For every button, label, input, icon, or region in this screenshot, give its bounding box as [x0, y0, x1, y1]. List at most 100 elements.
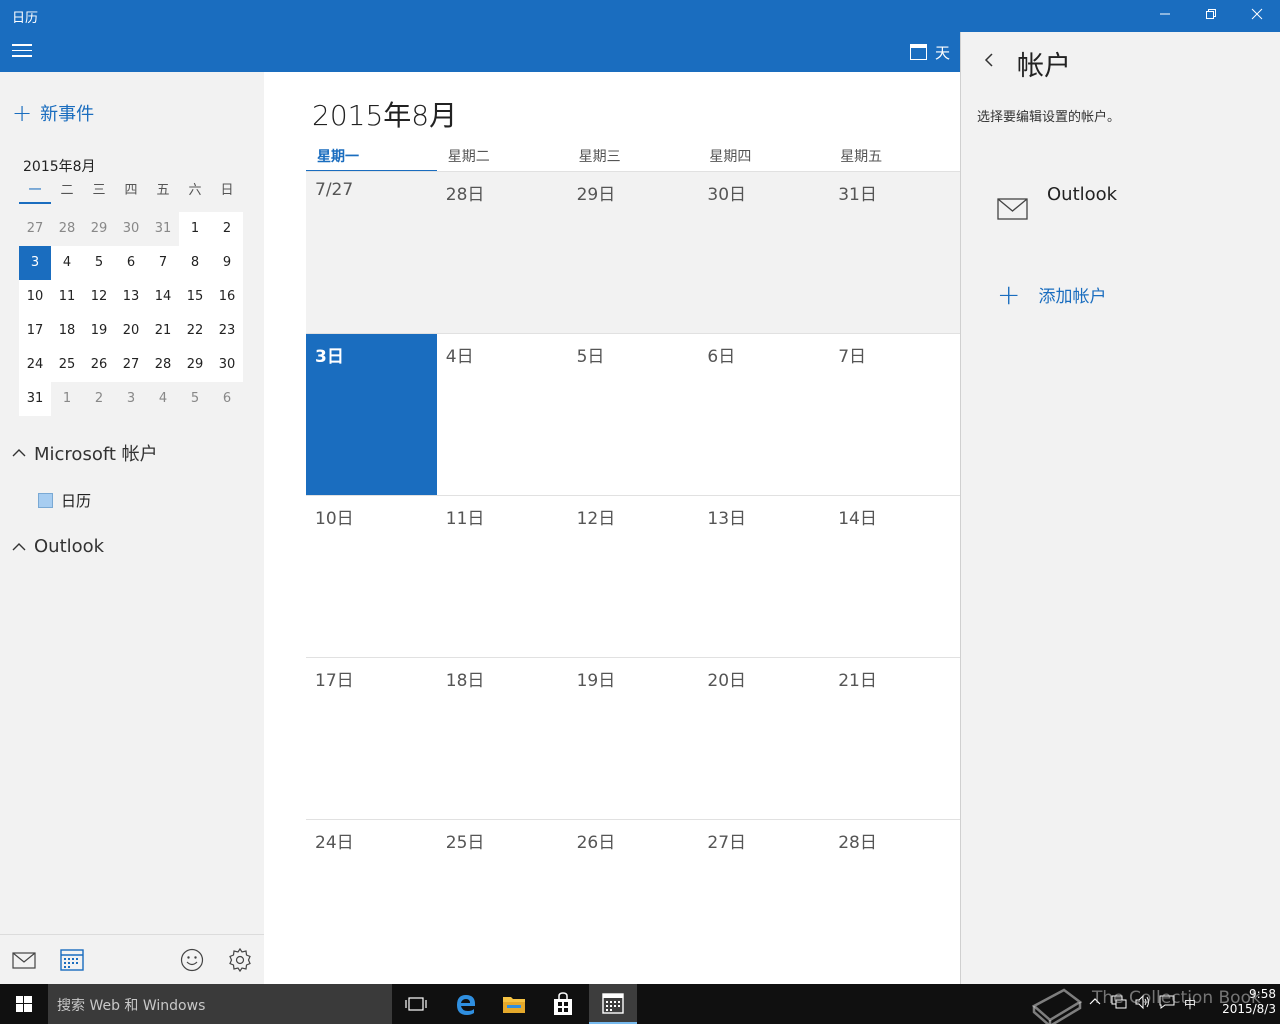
mini-day[interactable]: 10	[19, 280, 51, 314]
store-button[interactable]	[539, 984, 587, 1024]
day-cell[interactable]: 28日	[436, 172, 568, 333]
new-event-button[interactable]: + 新事件	[12, 100, 94, 126]
taskbar-search-input[interactable]: 搜索 Web 和 Windows	[48, 984, 392, 1024]
day-cell[interactable]: 24日	[306, 820, 437, 981]
mini-day[interactable]: 1	[179, 212, 211, 246]
add-account-button[interactable]: + 添加帐户	[997, 280, 1106, 308]
mini-day[interactable]: 1	[51, 382, 83, 416]
mini-day[interactable]: 7	[147, 246, 179, 280]
day-cell[interactable]: 13日	[698, 496, 829, 657]
weekday-thursday[interactable]: 星期四	[698, 146, 829, 172]
mini-day[interactable]: 28	[147, 348, 179, 382]
volume-button[interactable]	[1134, 994, 1152, 1013]
mini-day[interactable]: 16	[211, 280, 243, 314]
weekday-monday[interactable]: 星期一	[306, 146, 437, 172]
mini-day[interactable]: 15	[179, 280, 211, 314]
back-button[interactable]	[983, 50, 995, 74]
day-cell[interactable]: 11日	[437, 496, 568, 657]
day-cell[interactable]: 27日	[698, 820, 829, 981]
mini-day[interactable]: 5	[179, 382, 211, 416]
mini-day[interactable]: 2	[83, 382, 115, 416]
day-cell[interactable]: 19日	[568, 658, 699, 819]
calendar-entry[interactable]: 日历	[38, 490, 91, 511]
input-method-indicator[interactable]: 中	[1184, 995, 1196, 1012]
day-cell[interactable]: 29日	[567, 172, 699, 333]
task-view-button[interactable]	[392, 984, 440, 1024]
settings-button[interactable]	[227, 947, 253, 973]
day-cell[interactable]: 26日	[568, 820, 699, 981]
mini-day[interactable]: 28	[51, 212, 83, 246]
day-cell[interactable]: 5日	[568, 334, 699, 495]
mini-day[interactable]: 22	[179, 314, 211, 348]
day-cell[interactable]: 30日	[698, 172, 830, 333]
mini-day[interactable]: 30	[115, 212, 147, 246]
action-center-button[interactable]	[1158, 994, 1176, 1013]
mini-day[interactable]: 14	[147, 280, 179, 314]
edge-browser-button[interactable]	[442, 984, 490, 1024]
mini-day[interactable]: 31	[147, 212, 179, 246]
day-cell-today[interactable]: 3日	[306, 334, 437, 495]
mini-day[interactable]: 19	[83, 314, 115, 348]
mini-day[interactable]: 12	[83, 280, 115, 314]
feedback-button[interactable]	[179, 947, 205, 973]
account-outlook[interactable]: Outlook	[997, 184, 1257, 228]
mini-day[interactable]: 20	[115, 314, 147, 348]
day-cell[interactable]: 31日	[829, 172, 960, 333]
minimize-button[interactable]	[1142, 0, 1188, 32]
day-cell[interactable]: 17日	[306, 658, 437, 819]
mini-day[interactable]: 18	[51, 314, 83, 348]
mail-button[interactable]	[11, 947, 37, 973]
mini-day[interactable]: 31	[19, 382, 51, 416]
day-cell[interactable]: 6日	[698, 334, 829, 495]
taskbar-clock[interactable]: 9:58 2015/8/3	[1206, 987, 1276, 1017]
calendar-color-swatch[interactable]	[38, 493, 53, 508]
mini-day[interactable]: 6	[115, 246, 147, 280]
day-cell[interactable]: 14日	[829, 496, 960, 657]
mini-day[interactable]: 29	[179, 348, 211, 382]
mini-day-today[interactable]: 3	[19, 246, 51, 280]
mini-day[interactable]: 11	[51, 280, 83, 314]
show-hidden-icons-button[interactable]	[1088, 994, 1102, 1011]
mini-day[interactable]: 9	[211, 246, 243, 280]
calendar-app-button[interactable]	[59, 947, 85, 973]
day-cell[interactable]: 21日	[829, 658, 960, 819]
hamburger-menu-icon[interactable]	[12, 44, 32, 60]
mini-day[interactable]: 17	[19, 314, 51, 348]
mini-day[interactable]: 27	[115, 348, 147, 382]
mini-day[interactable]: 2	[211, 212, 243, 246]
mini-day[interactable]: 13	[115, 280, 147, 314]
day-cell[interactable]: 4日	[437, 334, 568, 495]
day-cell[interactable]: 12日	[568, 496, 699, 657]
day-cell[interactable]: 28日	[829, 820, 960, 981]
outlook-account-group[interactable]: Outlook	[12, 536, 104, 557]
mini-day[interactable]: 5	[83, 246, 115, 280]
weekday-friday[interactable]: 星期五	[829, 146, 960, 172]
file-explorer-button[interactable]	[490, 984, 538, 1024]
weekday-wednesday[interactable]: 星期三	[568, 146, 699, 172]
mini-day[interactable]: 25	[51, 348, 83, 382]
day-cell[interactable]: 7日	[829, 334, 960, 495]
mini-day[interactable]: 6	[211, 382, 243, 416]
mini-day[interactable]: 4	[51, 246, 83, 280]
network-button[interactable]	[1110, 994, 1128, 1013]
day-cell[interactable]: 7/27	[306, 172, 437, 333]
microsoft-account-group[interactable]: Microsoft 帐户	[12, 440, 158, 466]
mini-day[interactable]: 26	[83, 348, 115, 382]
close-button[interactable]	[1234, 0, 1280, 32]
mini-day[interactable]: 21	[147, 314, 179, 348]
calendar-taskbar-button[interactable]	[589, 984, 637, 1024]
mini-day[interactable]: 29	[83, 212, 115, 246]
mini-day[interactable]: 23	[211, 314, 243, 348]
mini-day[interactable]: 24	[19, 348, 51, 382]
day-cell[interactable]: 18日	[437, 658, 568, 819]
mini-calendar-month[interactable]: 2015年8月	[23, 156, 96, 176]
weekday-tuesday[interactable]: 星期二	[437, 146, 568, 172]
mini-day[interactable]: 8	[179, 246, 211, 280]
day-cell[interactable]: 20日	[698, 658, 829, 819]
start-button[interactable]	[0, 984, 48, 1024]
mini-day[interactable]: 3	[115, 382, 147, 416]
day-view-button[interactable]: 天	[910, 41, 950, 63]
restore-button[interactable]	[1188, 0, 1234, 32]
mini-day[interactable]: 27	[19, 212, 51, 246]
mini-day[interactable]: 30	[211, 348, 243, 382]
